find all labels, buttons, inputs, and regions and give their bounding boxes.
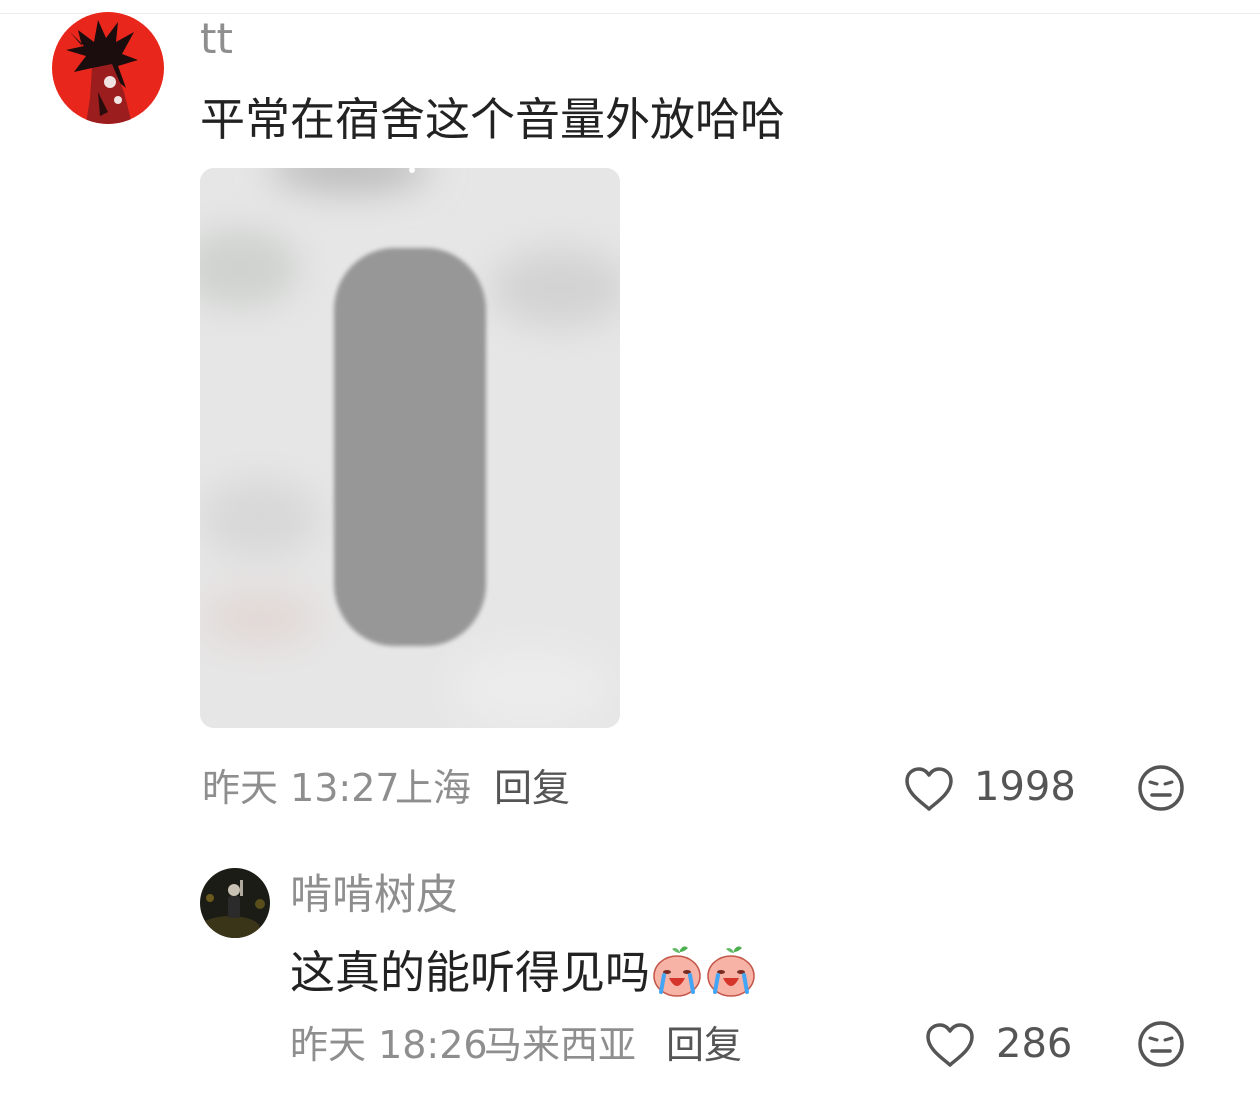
- heart-outline-icon[interactable]: [925, 1022, 975, 1068]
- reply-button[interactable]: 回复: [666, 1026, 742, 1064]
- comment-username[interactable]: 啃啃树皮: [290, 874, 458, 916]
- comment-location: 上海: [395, 766, 472, 810]
- comment-username[interactable]: tt: [200, 18, 233, 60]
- like-count: 1998: [974, 764, 1076, 810]
- comment-time: 昨天 18:26: [290, 1023, 488, 1067]
- meh-face-icon[interactable]: [1137, 764, 1185, 812]
- heart-outline-icon[interactable]: [904, 766, 954, 812]
- comment-text: 平常在宿舍这个音量外放哈哈: [200, 93, 786, 146]
- comment-time: 昨天 13:27: [202, 766, 400, 810]
- avatar[interactable]: [200, 868, 270, 938]
- crying-peach-emoji: [704, 944, 758, 998]
- comment-image[interactable]: [200, 168, 620, 728]
- avatar[interactable]: [52, 12, 164, 124]
- top-divider: [0, 13, 1260, 14]
- meh-face-icon[interactable]: [1137, 1020, 1185, 1068]
- like-count: 286: [996, 1021, 1073, 1067]
- comment-text-body: 这真的能听得见吗: [290, 946, 651, 999]
- comment-text: 这真的能听得见吗: [290, 944, 758, 998]
- comment-location: 马来西亚: [484, 1023, 637, 1067]
- reply-button[interactable]: 回复: [494, 769, 570, 807]
- crying-peach-emoji: [650, 944, 704, 998]
